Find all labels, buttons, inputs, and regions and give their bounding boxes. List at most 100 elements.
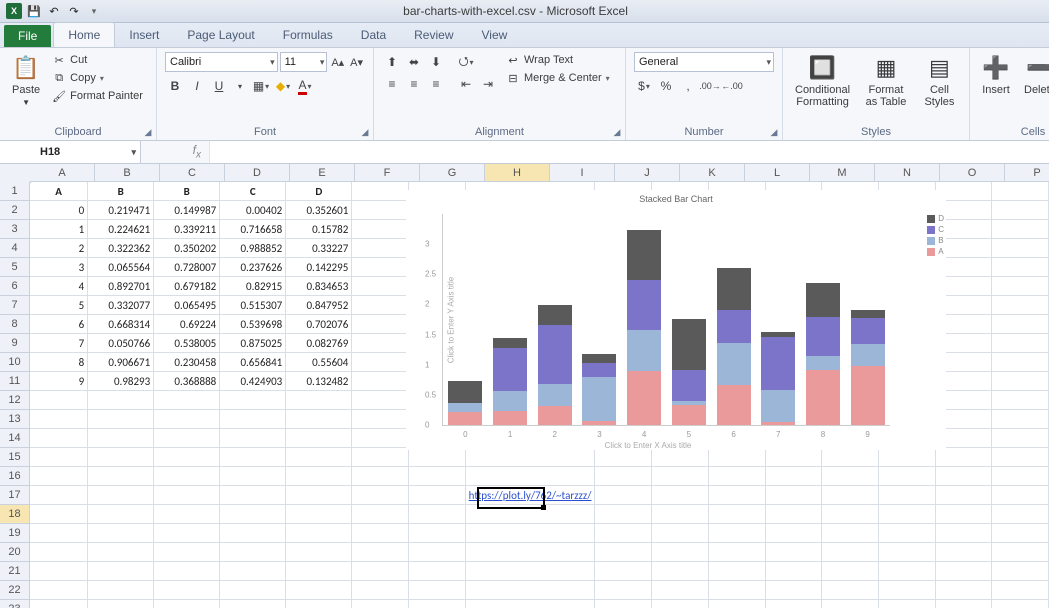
cell[interactable] xyxy=(822,581,879,600)
cell[interactable] xyxy=(352,220,409,239)
cell[interactable] xyxy=(154,448,220,467)
cell[interactable] xyxy=(935,467,992,486)
align-middle-button[interactable]: ⬌ xyxy=(404,52,424,72)
cell[interactable] xyxy=(30,486,88,505)
cell[interactable]: 0.332077 xyxy=(88,296,154,315)
cell[interactable] xyxy=(352,182,409,201)
cell[interactable]: 0.230458 xyxy=(154,353,220,372)
align-top-button[interactable]: ⬆ xyxy=(382,52,402,72)
cell[interactable]: 0.892701 xyxy=(88,277,154,296)
align-bottom-button[interactable]: ⬇ xyxy=(426,52,446,72)
tab-data[interactable]: Data xyxy=(347,23,400,47)
cell[interactable] xyxy=(878,562,935,581)
cell[interactable]: 0.69224 xyxy=(154,315,220,334)
row-header[interactable]: 13 xyxy=(0,410,30,429)
cell[interactable] xyxy=(30,562,88,581)
delete-cells-button[interactable]: ➖ Delete xyxy=(1020,52,1049,98)
format-as-table-button[interactable]: ▦ Format as Table xyxy=(860,52,912,110)
cell[interactable] xyxy=(992,543,1049,562)
cell[interactable] xyxy=(352,201,409,220)
cell[interactable] xyxy=(286,543,352,562)
copy-button[interactable]: ⧉ Copy ▾ xyxy=(50,70,145,86)
cell[interactable]: B xyxy=(154,182,220,201)
formula-input[interactable] xyxy=(209,141,1049,163)
border-button[interactable]: ▦ xyxy=(251,76,271,96)
name-box[interactable]: H18 xyxy=(0,141,141,163)
cell[interactable] xyxy=(408,467,465,486)
merge-center-button[interactable]: ⊟ Merge & Center ▾ xyxy=(504,70,612,86)
cell[interactable] xyxy=(286,524,352,543)
row-header[interactable]: 12 xyxy=(0,391,30,410)
cell[interactable]: 0.424903 xyxy=(220,372,286,391)
cell[interactable]: 0.15782 xyxy=(286,220,352,239)
cell[interactable] xyxy=(878,486,935,505)
cell[interactable] xyxy=(595,524,652,543)
cell[interactable] xyxy=(765,581,822,600)
cell[interactable] xyxy=(992,277,1049,296)
cell[interactable] xyxy=(765,524,822,543)
cell[interactable] xyxy=(88,448,154,467)
align-center-button[interactable]: ≡ xyxy=(404,74,424,94)
cell[interactable]: 9 xyxy=(30,372,88,391)
cell[interactable]: 0.55604 xyxy=(286,353,352,372)
tab-file[interactable]: File xyxy=(4,25,51,47)
cell[interactable] xyxy=(88,524,154,543)
cell[interactable]: 6 xyxy=(30,315,88,334)
cell[interactable]: 0.834653 xyxy=(286,277,352,296)
cell[interactable] xyxy=(822,524,879,543)
chart-object[interactable]: Stacked Bar Chart Click to Enter Y Axis … xyxy=(406,190,946,450)
column-header[interactable]: M xyxy=(810,164,875,182)
cell[interactable] xyxy=(352,372,409,391)
dialog-launcher-icon[interactable]: ◢ xyxy=(142,126,154,138)
cell[interactable] xyxy=(408,581,465,600)
cell[interactable]: 0.132482 xyxy=(286,372,352,391)
cell[interactable] xyxy=(595,448,652,467)
cell[interactable] xyxy=(154,486,220,505)
cell[interactable] xyxy=(465,467,595,486)
row-header[interactable]: 22 xyxy=(0,581,30,600)
cell[interactable] xyxy=(992,467,1049,486)
cell[interactable] xyxy=(408,448,465,467)
cell[interactable] xyxy=(88,467,154,486)
cell[interactable] xyxy=(878,524,935,543)
cell[interactable] xyxy=(88,429,154,448)
cell[interactable]: 0.00402 xyxy=(220,201,286,220)
cell[interactable] xyxy=(992,201,1049,220)
cell[interactable] xyxy=(465,562,595,581)
cell[interactable]: 0.352601 xyxy=(286,201,352,220)
cell[interactable] xyxy=(992,448,1049,467)
row-header[interactable]: 1 xyxy=(0,182,30,201)
column-header[interactable]: K xyxy=(680,164,745,182)
cell[interactable] xyxy=(352,581,409,600)
cell[interactable] xyxy=(935,486,992,505)
cell[interactable] xyxy=(992,486,1049,505)
cell[interactable] xyxy=(652,524,709,543)
cell[interactable] xyxy=(408,543,465,562)
dialog-launcher-icon[interactable]: ◢ xyxy=(768,126,780,138)
cell[interactable] xyxy=(822,467,879,486)
cell[interactable] xyxy=(352,315,409,334)
align-right-button[interactable]: ≡ xyxy=(426,74,446,94)
cell[interactable] xyxy=(765,448,822,467)
cell[interactable]: 0.322362 xyxy=(88,239,154,258)
cell[interactable] xyxy=(220,581,286,600)
insert-cells-button[interactable]: ➕ Insert xyxy=(978,52,1014,98)
row-header[interactable]: 3 xyxy=(0,220,30,239)
cell-styles-button[interactable]: ▤ Cell Styles xyxy=(918,52,961,110)
cell[interactable] xyxy=(30,448,88,467)
cell[interactable] xyxy=(352,467,409,486)
cell[interactable]: 0.906671 xyxy=(88,353,154,372)
column-header[interactable]: B xyxy=(95,164,160,182)
column-header[interactable]: A xyxy=(30,164,95,182)
cell[interactable] xyxy=(352,277,409,296)
cell[interactable] xyxy=(286,505,352,524)
cell[interactable] xyxy=(352,334,409,353)
cell[interactable] xyxy=(352,353,409,372)
cell[interactable] xyxy=(154,524,220,543)
cell[interactable]: 0.98293 xyxy=(88,372,154,391)
worksheet[interactable]: ABCDEFGHIJKLMNOP 12345678910111213141516… xyxy=(0,164,1049,608)
underline-button[interactable]: U xyxy=(209,76,229,96)
cell[interactable] xyxy=(708,467,765,486)
cell[interactable]: 0.656841 xyxy=(220,353,286,372)
cell[interactable] xyxy=(992,505,1049,524)
